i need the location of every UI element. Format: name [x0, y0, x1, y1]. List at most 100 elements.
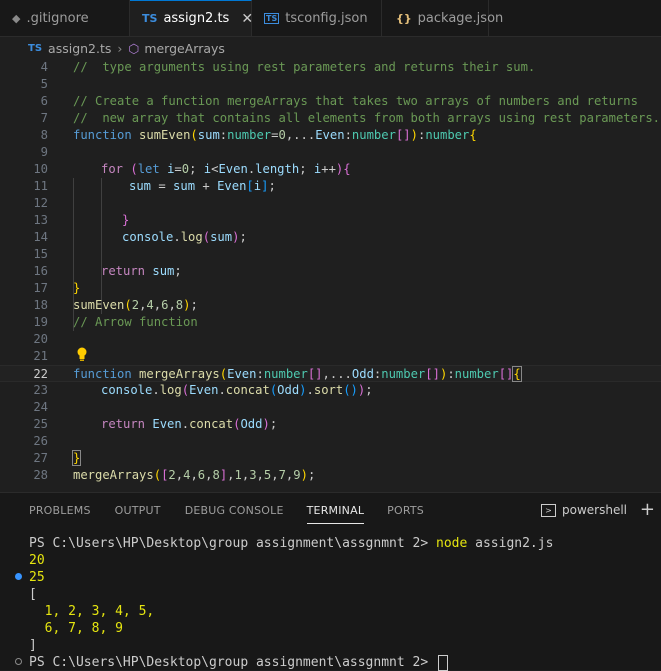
tab-gitignore[interactable]: ◆ .gitignore — [0, 0, 130, 36]
tab-assign2-ts[interactable]: TS assign2.ts ✕ — [130, 0, 253, 36]
lightbulb-icon[interactable] — [76, 347, 88, 361]
code-line: 24 — [0, 399, 661, 416]
tab-tsconfig[interactable]: TS tsconfig.json — [252, 0, 382, 36]
code-line: 18 sumEven(2,4,6,8); — [0, 297, 661, 314]
line-number: 5 — [40, 77, 48, 91]
code-text: console.log(Even.concat(Odd).sort()); — [101, 383, 373, 397]
comment-text: // Create a function mergeArrays that ta… — [73, 94, 638, 108]
code-line: 17} — [0, 280, 661, 297]
chevron-right-icon: › — [117, 40, 123, 56]
line-number: 13 — [33, 213, 48, 227]
code-line: 20 — [0, 331, 661, 348]
terminal-line: PS C:\Users\HP\Desktop\group assignment\… — [29, 535, 553, 552]
code-line: 5 — [0, 76, 661, 93]
code-line: 4 // type arguments using rest parameters… — [0, 59, 661, 76]
breadcrumb: TS assign2.ts › ⬡ mergeArrays — [0, 37, 661, 59]
code-line-current: 22 function mergeArrays(Even:number[],...… — [0, 365, 661, 382]
code-text: } — [122, 213, 130, 227]
line-number: 28 — [33, 468, 48, 482]
line-number: 25 — [33, 417, 48, 431]
code-text: return Even.concat(Odd); — [101, 417, 278, 431]
line-number: 14 — [33, 230, 48, 244]
code-line: 23 console.log(Even.concat(Odd).sort()); — [0, 382, 661, 399]
typescript-file-icon: TS — [28, 42, 43, 54]
code-text: } — [73, 281, 81, 295]
tab-debug-console[interactable]: DEBUG CONSOLE — [185, 493, 284, 529]
json-file-icon: {} — [396, 11, 412, 25]
code-line: 7 // new array that contains all elements… — [0, 110, 661, 127]
line-number: 18 — [33, 298, 48, 312]
decoration-dot-icon — [15, 658, 22, 665]
code-text: console.log(sum); — [122, 230, 247, 244]
line-number: 10 — [33, 162, 48, 176]
terminal-icon: > — [541, 503, 556, 517]
typescript-file-icon: TS — [142, 12, 158, 25]
code-line: 10 for (let i=0; i<Even.length; i++){ — [0, 161, 661, 178]
tab-label: package.json — [417, 10, 504, 26]
command-text: node — [436, 536, 468, 551]
terminal-line: 25 — [29, 570, 45, 585]
code-line: 13} — [0, 212, 661, 229]
tab-label: .gitignore — [26, 10, 89, 26]
code-text: mergeArrays([2,4,6,8],1,3,5,7,9); — [73, 468, 316, 482]
line-number: 24 — [33, 400, 48, 414]
line-number: 21 — [33, 349, 48, 363]
code-line: 26 — [0, 433, 661, 450]
code-line: 19 // Arrow function — [0, 314, 661, 331]
tsconfig-file-icon: TS — [264, 12, 280, 24]
argument-text: assign2.js — [467, 536, 554, 551]
comment-text: // Arrow function — [73, 315, 198, 329]
code-text: function mergeArrays(Even:number[],...Od… — [73, 366, 522, 382]
line-number: 15 — [33, 247, 48, 261]
code-line: 15 — [0, 246, 661, 263]
code-text: function sumEven(sum:number=0,...Even:nu… — [73, 128, 477, 142]
terminal-line: PS C:\Users\HP\Desktop\group assignment\… — [29, 654, 448, 671]
shell-label: powershell — [562, 503, 627, 517]
code-line: 25 return Even.concat(Odd); — [0, 416, 661, 433]
terminal-line: 1, 2, 3, 4, 5, — [29, 604, 155, 619]
line-number: 16 — [33, 264, 48, 278]
line-number: 11 — [33, 179, 48, 193]
terminal-line: 6, 7, 8, 9 — [29, 621, 123, 636]
code-line: 16 return sum; — [0, 263, 661, 280]
breadcrumb-file[interactable]: assign2.ts — [48, 41, 111, 56]
prompt-text: PS C:\Users\HP\Desktop\group assignment\… — [29, 536, 436, 551]
git-file-icon: ◆ — [12, 11, 21, 25]
code-text: for (let i=0; i<Even.length; i++){ — [101, 162, 351, 176]
comment-text: // new array that contains all elements … — [73, 111, 660, 125]
tab-package-json[interactable]: {} package.json — [382, 0, 503, 36]
code-line: 21 — [0, 348, 661, 365]
decoration-dot-icon — [15, 573, 22, 580]
line-number: 17 — [33, 281, 48, 295]
add-terminal-icon[interactable]: + — [640, 499, 655, 520]
tab-terminal[interactable]: TERMINAL — [306, 493, 365, 529]
prompt-text: PS C:\Users\HP\Desktop\group assignment\… — [29, 655, 436, 670]
code-text: return sum; — [101, 264, 182, 278]
line-number: 6 — [40, 94, 48, 108]
code-line: 9 — [0, 144, 661, 161]
comment-text: // type arguments using rest parameters … — [73, 60, 536, 74]
code-line: 28 mergeArrays([2,4,6,8],1,3,5,7,9); — [0, 467, 661, 484]
tab-problems[interactable]: PROBLEMS — [29, 493, 91, 529]
tab-label: tsconfig.json — [285, 10, 368, 26]
terminal-selector[interactable]: > powershell — [541, 503, 627, 517]
tab-label: assign2.ts — [163, 11, 230, 26]
code-editor[interactable]: 4 // type arguments using rest parameters… — [0, 59, 661, 487]
code-line: 11 sum = sum + Even[i]; — [0, 178, 661, 195]
editor-tab-bar: ◆ .gitignore TS assign2.ts ✕ TS tsconfig… — [0, 0, 661, 37]
code-text: } — [71, 450, 82, 466]
line-number: 9 — [40, 145, 48, 159]
breadcrumb-symbol[interactable]: mergeArrays — [144, 41, 225, 56]
code-line: 8 function sumEven(sum:number=0,...Even:n… — [0, 127, 661, 144]
line-number: 26 — [33, 434, 48, 448]
tab-output[interactable]: OUTPUT — [115, 493, 161, 529]
line-number: 8 — [40, 128, 48, 142]
line-number: 22 — [33, 367, 48, 381]
method-cube-icon: ⬡ — [128, 40, 140, 56]
code-line: 12 — [0, 195, 661, 212]
tab-ports[interactable]: PORTS — [387, 493, 424, 529]
line-number: 12 — [33, 196, 48, 210]
code-text: sum = sum + Even[i]; — [129, 179, 276, 193]
line-number: 19 — [33, 315, 48, 329]
code-line: 6 // Create a function mergeArrays that t… — [0, 93, 661, 110]
